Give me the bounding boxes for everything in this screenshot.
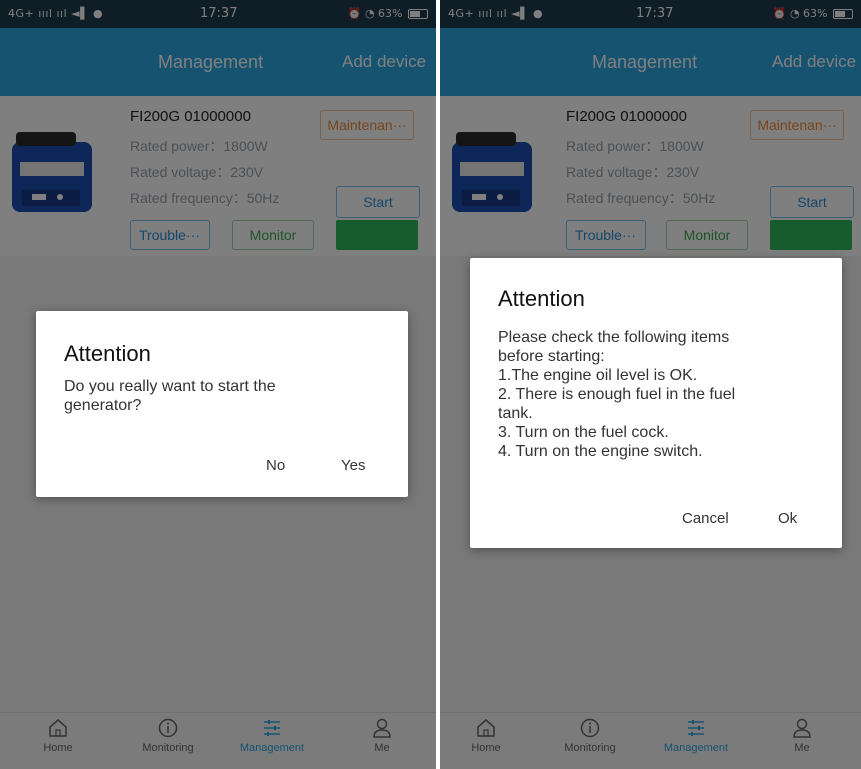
dialog-message-line: Please check the following items — [498, 329, 730, 346]
dialog-title: Attention — [498, 286, 585, 311]
dialog-message-line: 1.The engine oil level is OK. — [498, 367, 698, 384]
dialog-message-line: generator? — [64, 397, 142, 414]
dialog-title: Attention — [64, 341, 151, 366]
dialog-message-line: Do you really want to start the — [64, 378, 276, 395]
phone-screen-checklist: 4G+ ıııl ııl ◄▌ ● 17:37 ⏰ ◔ 63% Manageme… — [440, 0, 861, 769]
dialog-message-line: tank. — [498, 405, 533, 422]
checklist-dialog: Attention Please check the following ite… — [470, 258, 842, 548]
confirm-start-dialog: Attention Do you really want to start th… — [36, 311, 408, 497]
dialog-message: Do you really want to start the generato… — [64, 377, 276, 415]
dialog-message: Please check the following items before … — [498, 328, 735, 461]
yes-button[interactable]: Yes — [341, 457, 365, 474]
ok-button[interactable]: Ok — [778, 510, 797, 527]
phone-screen-confirm-start: 4G+ ıııl ııl ◄▌ ● 17:37 ⏰ ◔ 63% Manageme… — [0, 0, 436, 769]
dialog-message-line: 4. Turn on the engine switch. — [498, 443, 703, 460]
cancel-button[interactable]: Cancel — [682, 510, 729, 527]
dialog-message-line: before starting: — [498, 348, 605, 365]
no-button[interactable]: No — [266, 457, 285, 474]
dialog-message-line: 2. There is enough fuel in the fuel — [498, 386, 736, 403]
dialog-message-line: 3. Turn on the fuel cock. — [498, 424, 669, 441]
